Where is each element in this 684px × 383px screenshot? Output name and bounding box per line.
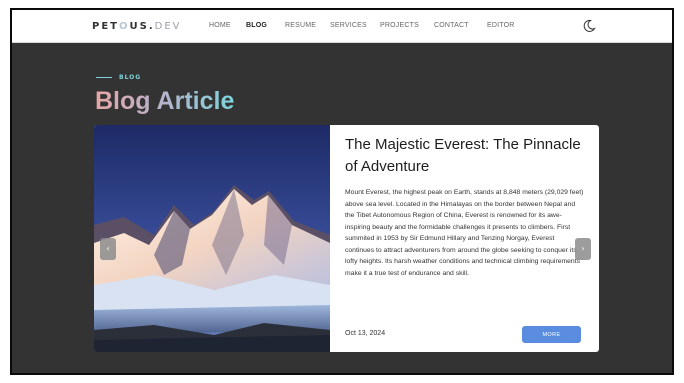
site-logo[interactable]: PETOUS.DEV [92,21,181,32]
more-button[interactable]: MORE [522,326,581,343]
nav-projects[interactable]: PROJECTS [380,22,419,29]
chevron-right-icon[interactable]: › [575,238,591,260]
logo-text-start: PET [92,21,119,32]
nav-blog[interactable]: BLOG [246,22,267,29]
section-eyebrow: BLOG [96,74,141,81]
logo-text-blur: O [118,21,130,32]
browser-viewport: PETOUS.DEV HOME BLOG RESUME SERVICES PRO… [10,8,674,375]
nav-contact[interactable]: CONTACT [434,22,469,29]
top-navbar: PETOUS.DEV HOME BLOG RESUME SERVICES PRO… [12,10,672,43]
article-date: Oct 13, 2024 [345,330,386,337]
article-card: The Majestic Everest: The Pinnacle of Ad… [94,125,599,352]
nav-resume[interactable]: RESUME [285,22,316,29]
chevron-left-icon[interactable]: ‹ [100,238,116,260]
page-title: Blog Article [95,87,235,115]
eyebrow-label: BLOG [119,74,142,81]
nav-editor[interactable]: EDITOR [487,22,515,29]
nav-home[interactable]: HOME [209,22,231,29]
eyebrow-line [96,77,112,78]
nav-services[interactable]: SERVICES [330,22,367,29]
logo-text-mid: US. [129,21,155,32]
article-title: The Majestic Everest: The Pinnacle of Ad… [345,136,581,175]
logo-text-tld: DEV [154,21,182,32]
article-body: Mount Everest, the highest peak on Earth… [345,189,584,277]
moon-icon[interactable] [582,19,596,33]
mountain-everest-photo [94,125,330,352]
article-content: The Majestic Everest: The Pinnacle of Ad… [345,134,585,279]
